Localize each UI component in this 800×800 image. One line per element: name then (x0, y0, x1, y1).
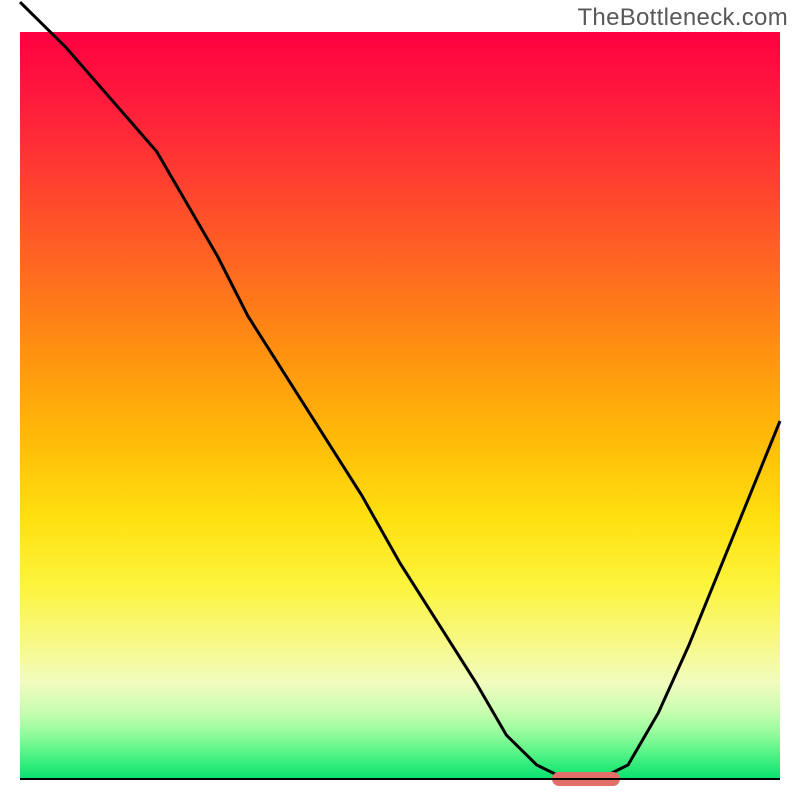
chart-plot-area (20, 32, 780, 780)
chart-curve (20, 32, 780, 780)
chart-baseline (20, 778, 780, 780)
watermark-text: TheBottleneck.com (577, 4, 788, 32)
